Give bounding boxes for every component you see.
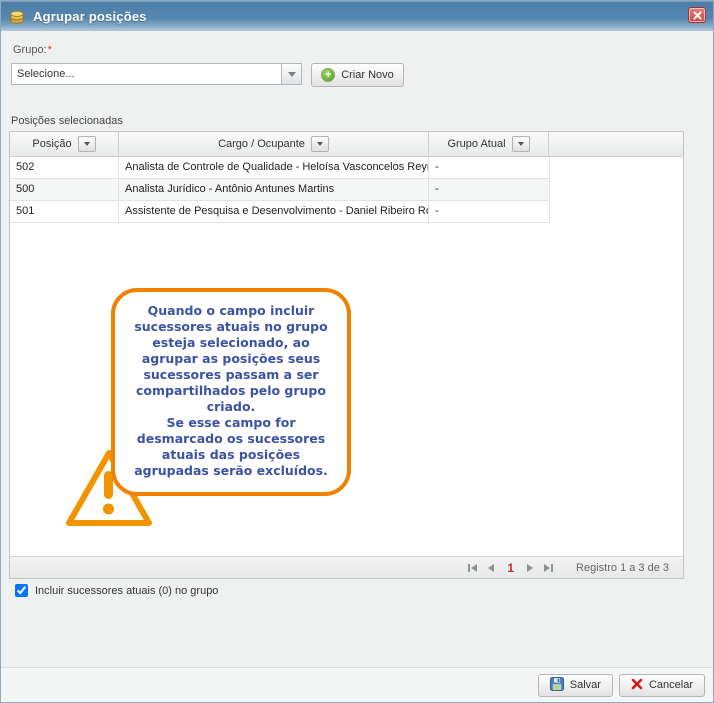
callout-paragraph-1: Quando o campo incluir sucessores atuais… [123,303,339,415]
include-successors-label: Incluir sucessores atuais (0) no grupo [35,585,218,597]
coins-stack-icon [9,8,25,24]
first-page-icon [468,564,470,572]
group-field-label: Grupo:* [13,44,52,56]
group-select[interactable]: Selecione... [11,63,302,85]
save-icon [550,677,564,694]
column-label-posicao: Posição [32,138,71,150]
close-button[interactable] [688,7,706,23]
grid-pagination-bar: 1 Registro 1 a 3 de 3 [10,556,683,578]
plus-icon: + [321,68,335,82]
save-button[interactable]: Salvar [538,674,613,697]
first-page-button[interactable] [466,562,479,574]
previous-page-button[interactable] [486,562,496,574]
current-page-indicator[interactable]: 1 [507,561,514,575]
callout-paragraph-2: Se esse campo for desmarcado os sucessor… [123,415,339,479]
triangle-left-icon [471,564,477,572]
chevron-down-icon [518,142,524,146]
column-header-posicao[interactable]: Posição [10,132,119,156]
cancel-label: Cancelar [649,679,693,691]
next-page-button[interactable] [525,562,535,574]
triangle-right-icon [544,564,550,572]
cancel-x-icon [631,678,643,693]
column-menu-button[interactable] [311,136,329,152]
dialog-titlebar: Agrupar posições [1,1,713,31]
group-select-value: Selecione... [12,68,281,80]
cell-cargo-ocupante: Analista de Controle de Qualidade - Helo… [119,157,429,179]
column-label-cargo-ocupante: Cargo / Ocupante [218,138,305,150]
column-menu-button[interactable] [78,136,96,152]
table-row[interactable]: 502 Analista de Controle de Qualidade - … [10,157,550,179]
group-label-text: Grupo: [13,44,47,56]
grid-header: Posição Cargo / Ocupante Grupo Atual [10,132,683,157]
chevron-down-icon [84,142,90,146]
table-row[interactable]: 500 Analista Jurídico - Antônio Antunes … [10,179,550,201]
cell-grupo-atual: - [429,179,550,201]
cell-posicao: 501 [10,201,119,223]
column-header-cargo-ocupante[interactable]: Cargo / Ocupante [119,132,429,156]
cell-grupo-atual: - [429,201,550,223]
pagination-status: Registro 1 a 3 de 3 [576,562,669,574]
selected-positions-label: Posições selecionadas [11,115,123,127]
cell-posicao: 502 [10,157,119,179]
combo-trigger-button[interactable] [281,64,301,84]
dialog-body: Grupo:* Selecione... + Criar Novo Posiçõ… [1,31,713,667]
triangle-right-icon [527,564,533,572]
column-header-grupo-atual[interactable]: Grupo Atual [429,132,549,156]
cell-cargo-ocupante: Assistente de Pesquisa e Desenvolvimento… [119,201,429,223]
required-marker: * [48,44,52,56]
cell-cargo-ocupante: Analista Jurídico - Antônio Antunes Mart… [119,179,429,201]
chevron-down-icon [288,72,296,77]
dialog-footer: Salvar Cancelar [1,667,713,702]
create-new-label: Criar Novo [341,69,394,81]
cell-grupo-atual: - [429,157,550,179]
include-successors-row: Incluir sucessores atuais (0) no grupo [15,584,218,597]
column-label-grupo-atual: Grupo Atual [447,138,505,150]
save-label: Salvar [570,679,601,691]
cancel-button[interactable]: Cancelar [619,674,705,697]
triangle-left-icon [488,564,494,572]
callout-bubble: Quando o campo incluir sucessores atuais… [111,288,351,496]
create-new-button[interactable]: + Criar Novo [311,63,404,87]
include-successors-checkbox[interactable] [15,584,28,597]
cell-posicao: 500 [10,179,119,201]
group-positions-dialog: Agrupar posições Grupo:* Selecione... + … [0,0,714,703]
table-row[interactable]: 501 Assistente de Pesquisa e Desenvolvim… [10,201,550,223]
chevron-down-icon [317,142,323,146]
column-menu-button[interactable] [512,136,530,152]
column-header-spacer [549,132,683,156]
last-page-icon [551,564,553,572]
dialog-title: Agrupar posições [33,9,147,24]
last-page-button[interactable] [542,562,555,574]
